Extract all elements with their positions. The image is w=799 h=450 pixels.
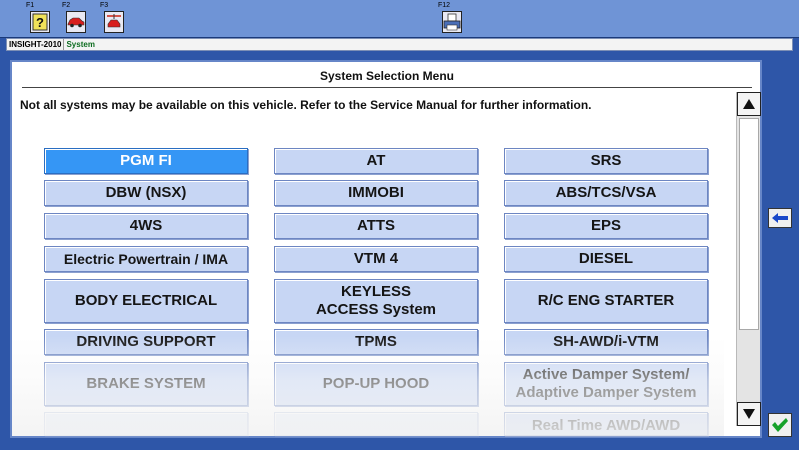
f3-label: F3 <box>100 2 109 9</box>
up-triangle-icon <box>743 99 755 109</box>
f1-help-button[interactable]: F1 ? <box>24 2 52 36</box>
availability-notice: Not all systems may be available on this… <box>20 98 592 112</box>
f2-vehicle-button[interactable]: F2 <box>60 2 88 36</box>
system-button-body-electrical[interactable]: BODY ELECTRICAL <box>44 279 248 323</box>
system-button-row8-col2[interactable] <box>274 412 478 436</box>
system-button-diesel[interactable]: DIESEL <box>504 246 708 272</box>
help-icon: ? <box>30 11 50 33</box>
back-button[interactable] <box>768 208 792 228</box>
f3-restart-button[interactable]: F3 <box>98 2 126 36</box>
system-button-sh-awd-ivtm[interactable]: SH-AWD/i-VTM <box>504 329 708 355</box>
system-button-keyless-access[interactable]: KEYLESS ACCESS System <box>274 279 478 323</box>
system-button-pop-up-hood[interactable]: POP-UP HOOD <box>274 362 478 406</box>
system-button-at[interactable]: AT <box>274 148 478 174</box>
breadcrumb-system: System <box>66 40 95 49</box>
system-button-tpms[interactable]: TPMS <box>274 329 478 355</box>
f12-print-button[interactable]: F12 <box>436 2 464 36</box>
system-button-vtm4[interactable]: VTM 4 <box>274 246 478 272</box>
car-icon <box>66 11 86 33</box>
system-button-atts[interactable]: ATTS <box>274 213 478 239</box>
f12-label: F12 <box>438 2 451 9</box>
system-button-row8-col1[interactable] <box>44 412 248 436</box>
svg-text:?: ? <box>36 15 44 30</box>
system-selection-panel: System Selection Menu Not all systems ma… <box>10 60 762 438</box>
system-button-immobi[interactable]: IMMOBI <box>274 180 478 206</box>
scroll-down-button[interactable] <box>737 402 761 426</box>
system-button-eps[interactable]: EPS <box>504 213 708 239</box>
system-button-4ws[interactable]: 4WS <box>44 213 248 239</box>
ok-button[interactable] <box>768 413 792 437</box>
system-button-pgm-fi[interactable]: PGM FI <box>44 148 248 174</box>
system-button-srs[interactable]: SRS <box>504 148 708 174</box>
scroll-up-button[interactable] <box>737 92 761 116</box>
page-title: System Selection Menu <box>22 66 752 88</box>
status-bar: INSIGHT-2010 System <box>6 38 793 51</box>
print-icon <box>442 11 462 33</box>
f1-label: F1 <box>26 2 35 9</box>
function-key-toolbar: F1 ? F2 F3 F12 <box>0 0 799 38</box>
scroll-thumb[interactable] <box>739 118 759 330</box>
system-button-dbw-nsx[interactable]: DBW (NSX) <box>44 180 248 206</box>
vehicle-model-label: INSIGHT-2010 <box>7 39 65 50</box>
system-button-active-damper[interactable]: Active Damper System/ Adaptive Damper Sy… <box>504 362 708 406</box>
system-button-electric-powertrain-ima[interactable]: Electric Powertrain / IMA <box>44 246 248 272</box>
down-triangle-icon <box>743 409 755 419</box>
f2-label: F2 <box>62 2 71 9</box>
system-button-real-time-awd[interactable]: Real Time AWD/AWD <box>504 412 708 436</box>
system-button-driving-support[interactable]: DRIVING SUPPORT <box>44 329 248 355</box>
vertical-scrollbar[interactable] <box>736 92 761 426</box>
system-button-rc-eng-starter[interactable]: R/C ENG STARTER <box>504 279 708 323</box>
back-arrow-icon <box>772 213 788 223</box>
checkmark-icon <box>772 418 788 432</box>
restart-icon <box>104 11 124 33</box>
system-button-brake-system[interactable]: BRAKE SYSTEM <box>44 362 248 406</box>
system-button-abs-tcs-vsa[interactable]: ABS/TCS/VSA <box>504 180 708 206</box>
